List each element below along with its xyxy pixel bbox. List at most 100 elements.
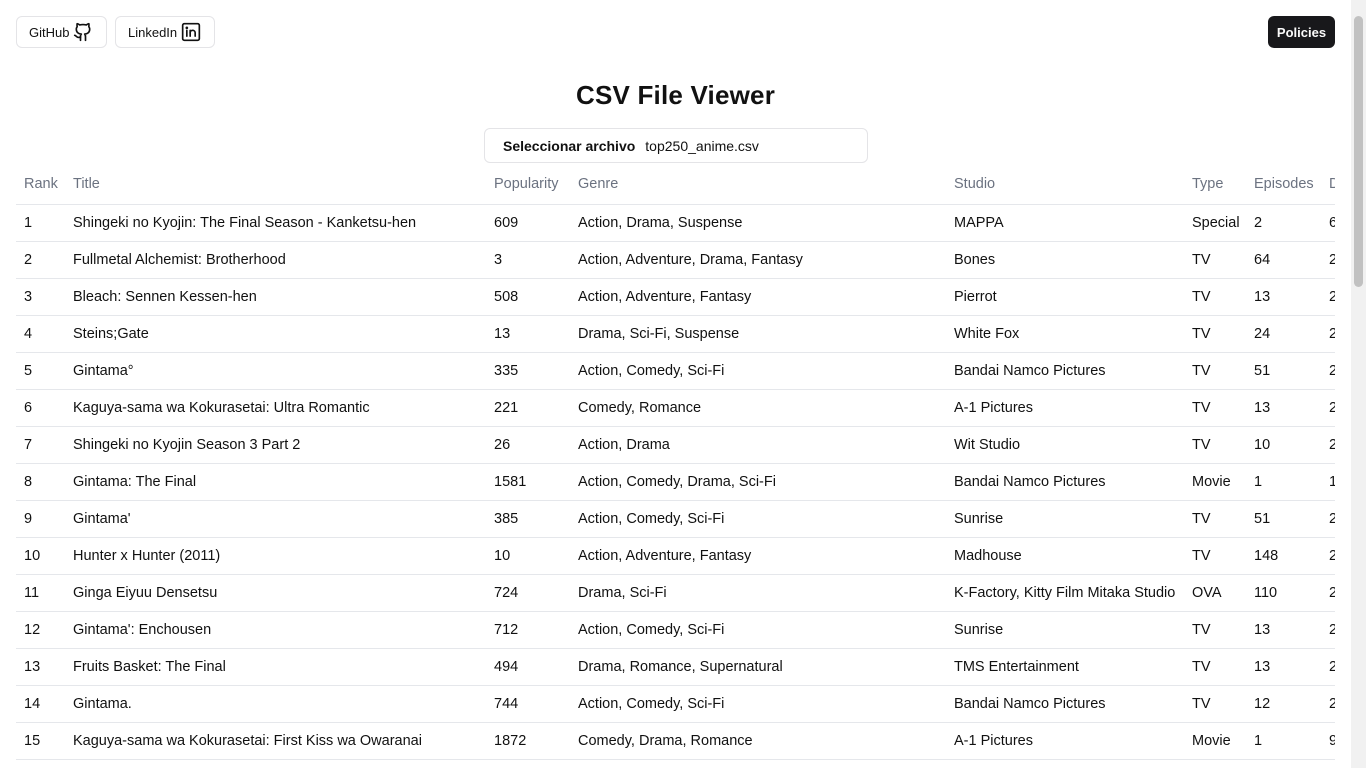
table-cell: Sunrise — [946, 500, 1184, 538]
table-cell: Action, Comedy, Sci-Fi — [570, 500, 946, 538]
table-cell: 2 — [1321, 352, 1335, 390]
table-cell: Movie — [1184, 722, 1246, 760]
table-cell: 110 — [1246, 574, 1321, 612]
table-cell: Shingeki no Kyojin: The Final Season - K… — [65, 204, 486, 242]
table-cell: Action, Comedy, Drama, Sci-Fi — [570, 463, 946, 501]
table-cell: 508 — [486, 278, 570, 316]
table-cell: 1 — [16, 204, 65, 242]
table-cell: 2 — [1321, 537, 1335, 575]
table-cell: 8 — [16, 463, 65, 501]
table-cell: TV — [1184, 352, 1246, 390]
table-cell: 1 — [1246, 722, 1321, 760]
table-cell: Gintama' — [65, 500, 486, 538]
table-cell: TMS Entertainment — [946, 648, 1184, 686]
table-cell: 1872 — [486, 722, 570, 760]
table-cell: Shingeki no Kyojin Season 3 Part 2 — [65, 426, 486, 464]
table-cell: Drama, Romance, Supernatural — [570, 648, 946, 686]
page-scrollbar[interactable] — [1351, 0, 1366, 768]
table-cell: Action, Adventure, Fantasy — [570, 278, 946, 316]
table-cell: Action, Comedy, Sci-Fi — [570, 685, 946, 723]
table-cell: 4 — [16, 315, 65, 353]
file-input[interactable]: Seleccionar archivo top250_anime.csv — [484, 128, 868, 163]
table-cell: 2 — [1321, 574, 1335, 612]
table-cell: Gintama° — [65, 352, 486, 390]
table-cell: Action, Drama, Suspense — [570, 204, 946, 242]
table-cell: Action, Adventure, Drama, Fantasy — [570, 241, 946, 279]
scrollbar-thumb[interactable] — [1354, 16, 1363, 287]
selected-file-name: top250_anime.csv — [645, 137, 759, 154]
table-row: 6 Kaguya-sama wa Kokurasetai: Ultra Roman… — [16, 389, 1335, 427]
table-row: 1 Shingeki no Kyojin: The Final Season - … — [16, 204, 1335, 242]
table-cell: 724 — [486, 574, 570, 612]
table-cell: Gintama. — [65, 685, 486, 723]
table-cell: TV — [1184, 537, 1246, 575]
linkedin-button[interactable]: LinkedIn — [115, 16, 215, 48]
table-cell: 51 — [1246, 500, 1321, 538]
top-bar: GitHub LinkedIn Policies — [0, 0, 1351, 64]
table-cell: 3 — [16, 278, 65, 316]
table-cell: 10 — [1246, 426, 1321, 464]
table-cell: 26 — [486, 426, 570, 464]
table-cell: Kaguya-sama wa Kokurasetai: First Kiss w… — [65, 722, 486, 760]
table-row: 3 Bleach: Sennen Kessen-hen 508 Action, Adv… — [16, 278, 1335, 316]
table-cell: 2 — [1321, 241, 1335, 279]
linkedin-icon — [181, 22, 201, 42]
table-cell: 335 — [486, 352, 570, 390]
table-cell: 1581 — [486, 463, 570, 501]
table-cell: 10 — [486, 537, 570, 575]
table-cell: Ginga Eiyuu Densetsu — [65, 574, 486, 612]
table-cell: 13 — [1246, 648, 1321, 686]
table-cell: TV — [1184, 500, 1246, 538]
table-row: 2 Fullmetal Alchemist: Brotherhood 3 Action… — [16, 241, 1335, 279]
table-cell: Steins;Gate — [65, 315, 486, 353]
table-cell: 2 — [1246, 204, 1321, 242]
table-cell: 609 — [486, 204, 570, 242]
github-icon — [73, 22, 93, 42]
table-cell: TV — [1184, 426, 1246, 464]
table-cell: Bandai Namco Pictures — [946, 685, 1184, 723]
table-cell: Drama, Sci-Fi, Suspense — [570, 315, 946, 353]
table-cell: A-1 Pictures — [946, 722, 1184, 760]
table-cell: 12 — [1246, 685, 1321, 723]
table-cell: TV — [1184, 611, 1246, 649]
table-cell: 2 — [16, 241, 65, 279]
table-cell: TV — [1184, 685, 1246, 723]
table-cell: Wit Studio — [946, 426, 1184, 464]
table-cell: Comedy, Drama, Romance — [570, 722, 946, 760]
table-cell: Bleach: Sennen Kessen-hen — [65, 278, 486, 316]
github-button[interactable]: GitHub — [16, 16, 107, 48]
table-cell: TV — [1184, 241, 1246, 279]
table-cell: Comedy, Romance — [570, 389, 946, 427]
table-cell: Gintama: The Final — [65, 463, 486, 501]
table-cell: TV — [1184, 648, 1246, 686]
table-cell: Madhouse — [946, 537, 1184, 575]
table-cell: Action, Comedy, Sci-Fi — [570, 611, 946, 649]
csv-table-container: Rank Title Popularity Genre Studio Type Episod… — [16, 165, 1335, 768]
table-cell: K-Factory, Kitty Film Mitaka Studio — [946, 574, 1184, 612]
table-cell: 2 — [1321, 685, 1335, 723]
choose-file-button[interactable]: Seleccionar archivo — [503, 138, 635, 154]
table-cell: 51 — [1246, 352, 1321, 390]
table-row: 14 Gintama. 744 Action, Comedy, Sci-Fi Banda… — [16, 685, 1335, 723]
column-header-genre: Genre — [570, 165, 946, 205]
github-label: GitHub — [29, 24, 70, 40]
table-cell: MAPPA — [946, 204, 1184, 242]
table-cell: 2 — [1321, 648, 1335, 686]
table-header-row: Rank Title Popularity Genre Studio Type Episod… — [16, 165, 1335, 205]
table-cell: 5 — [16, 352, 65, 390]
column-header-popularity: Popularity — [486, 165, 570, 205]
column-header-type: Type — [1184, 165, 1246, 205]
table-cell: 13 — [486, 315, 570, 353]
table-cell: 1 — [1321, 463, 1335, 501]
table-cell: 24 — [1246, 315, 1321, 353]
table-cell: 9 — [16, 500, 65, 538]
table-cell: 10 — [16, 537, 65, 575]
table-cell: Hunter x Hunter (2011) — [65, 537, 486, 575]
table-cell: 6 — [1321, 204, 1335, 242]
table-cell: A-1 Pictures — [946, 389, 1184, 427]
linkedin-label: LinkedIn — [128, 24, 178, 40]
table-row: 7 Shingeki no Kyojin Season 3 Part 2 26 Act… — [16, 426, 1335, 464]
column-header-rank: Rank — [16, 165, 65, 205]
table-cell: 2 — [1321, 500, 1335, 538]
policies-button[interactable]: Policies — [1268, 16, 1335, 48]
